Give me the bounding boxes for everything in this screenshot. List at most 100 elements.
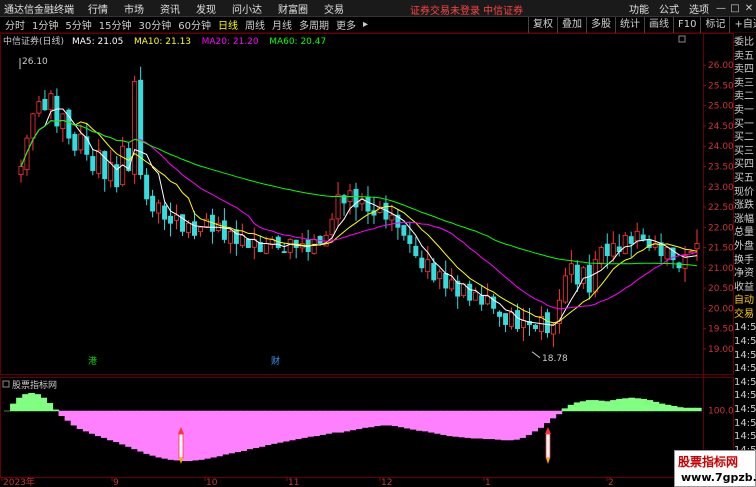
indicator-bar [349, 410, 357, 431]
indicator-bar [610, 400, 617, 412]
indicator-bar [616, 398, 623, 412]
tool-adjust[interactable]: 复权 [528, 17, 557, 33]
period-5min[interactable]: 5分钟 [63, 17, 93, 32]
tool-overlay[interactable]: 叠加 [557, 17, 586, 33]
tool-mark[interactable]: 标记 [700, 17, 729, 33]
indicator-bar [94, 410, 102, 437]
indicator-bar [161, 410, 169, 459]
indicator-bar [355, 410, 363, 430]
quote-row-7: 买二 [734, 132, 754, 144]
indicator-bar [107, 410, 114, 441]
menu-quotes[interactable]: 行情 [80, 1, 116, 16]
chart-area[interactable]: 中信证券(日线) MA5: 21.05 MA10: 21.13 MA20: 21.20… [0, 33, 756, 487]
indicator-bar [125, 410, 132, 447]
period-toolbar: 分时 1分钟 5分钟 15分钟 30分钟 60分钟 日线 周线 月线 多周期 更… [0, 17, 756, 33]
pane-settings-icon [678, 35, 686, 43]
menu-market[interactable]: 市场 [116, 1, 152, 16]
period-daily[interactable]: 日线 [216, 17, 240, 32]
indicator-bar [361, 410, 369, 428]
indicator-bar [197, 410, 205, 460]
indicator-bar [482, 410, 490, 440]
indicator-bar [555, 410, 563, 415]
y-tick-label-2: 25.00 [708, 102, 734, 112]
candle-body [48, 93, 54, 111]
indicator-bar [404, 410, 411, 429]
period-1min[interactable]: 1分钟 [30, 17, 60, 32]
candle-body [586, 264, 592, 293]
candle-body [245, 238, 251, 248]
indicator-bar [494, 410, 502, 440]
indicator-bar [604, 401, 611, 412]
candle-body [479, 295, 485, 305]
minimize-icon[interactable]: — [714, 3, 728, 14]
indicator-bar [391, 410, 399, 427]
quote-row-28: 14:50 [734, 417, 756, 429]
indicator-bar [52, 409, 60, 412]
indicator-bar [670, 406, 678, 412]
candle-body [311, 239, 317, 254]
indicator-bar [634, 398, 642, 412]
tool-add-watchlist[interactable]: +自选 [729, 17, 756, 33]
indicator-bar [573, 402, 581, 412]
indicator-bar [434, 410, 442, 434]
x-tick-label-1: 9 [113, 478, 119, 487]
candle-body [509, 311, 515, 327]
menu-discover[interactable]: 发现 [188, 1, 224, 16]
candle-body [239, 234, 245, 247]
candle-body [162, 205, 168, 220]
chart-canvas[interactable]: 中信证券(日线) MA5: 21.05 MA10: 21.13 MA20: 21.20… [0, 33, 734, 487]
menu-function[interactable]: 功能 [624, 1, 654, 16]
period-multi[interactable]: 多周期 [297, 17, 331, 32]
quote-row-24: 14:50 [734, 363, 756, 375]
quote-row-21: 14:50 [734, 322, 756, 334]
more-arrow-icon[interactable]: ▸ [361, 19, 370, 30]
candle-body [610, 243, 616, 257]
period-weekly[interactable]: 周线 [243, 17, 267, 32]
candle-body [36, 101, 42, 114]
candle-body [431, 263, 437, 281]
low-annotation: 18.78 [542, 354, 568, 364]
menu-options[interactable]: 选项 [684, 1, 714, 16]
tool-draw[interactable]: 画线 [644, 17, 673, 33]
maximize-icon[interactable]: □ [728, 3, 742, 14]
tool-multistock[interactable]: 多股 [586, 17, 615, 33]
indicator-bar [119, 410, 126, 445]
indicator-bar [46, 403, 54, 412]
login-status[interactable]: 证券交易未登录 中信证券 [410, 2, 523, 17]
indicator-bar [397, 410, 405, 428]
indicator-bar [331, 410, 338, 433]
indicator-bar [288, 410, 296, 441]
tool-f10[interactable]: F10 [673, 17, 700, 33]
menu-trade[interactable]: 交易 [316, 1, 352, 16]
indicator-bar [470, 410, 478, 439]
menu-ask[interactable]: 问小达 [224, 1, 270, 16]
x-tick-label-4: 12 [381, 478, 392, 487]
watermark-text: 股票指标网 [678, 455, 739, 469]
quote-row-22: 14:50 [734, 336, 756, 348]
candle-body [263, 243, 269, 254]
candle-body [497, 311, 503, 317]
tool-stats[interactable]: 统计 [615, 17, 644, 33]
period-15min[interactable]: 15分钟 [97, 17, 134, 32]
watermark-url: www.7gpzb.com [681, 471, 756, 484]
period-more[interactable]: 更多 [334, 17, 358, 32]
candle-body [532, 324, 538, 329]
period-30min[interactable]: 30分钟 [136, 17, 173, 32]
indicator-bar [210, 410, 217, 458]
period-monthly[interactable]: 月线 [270, 17, 294, 32]
indicator-bar [137, 410, 145, 452]
menu-formula[interactable]: 公式 [654, 1, 684, 16]
x-tick-label-0: 2023年 [3, 476, 35, 487]
close-icon[interactable]: ✕ [742, 3, 756, 14]
rocket-tip-icon-1 [545, 427, 551, 434]
menu-news[interactable]: 资讯 [152, 1, 188, 16]
indicator-bar [131, 410, 138, 450]
candle-body [592, 259, 598, 293]
period-60min[interactable]: 60分钟 [176, 17, 213, 32]
quote-row-12: 涨跌 [734, 200, 754, 212]
rocket-signal-icon-0 [178, 433, 184, 459]
indicator-bar [440, 410, 448, 435]
period-timeshare[interactable]: 分时 [3, 17, 27, 32]
x-tick-label-3: 11 [288, 478, 299, 487]
menu-wealth[interactable]: 财富圈 [270, 1, 316, 16]
